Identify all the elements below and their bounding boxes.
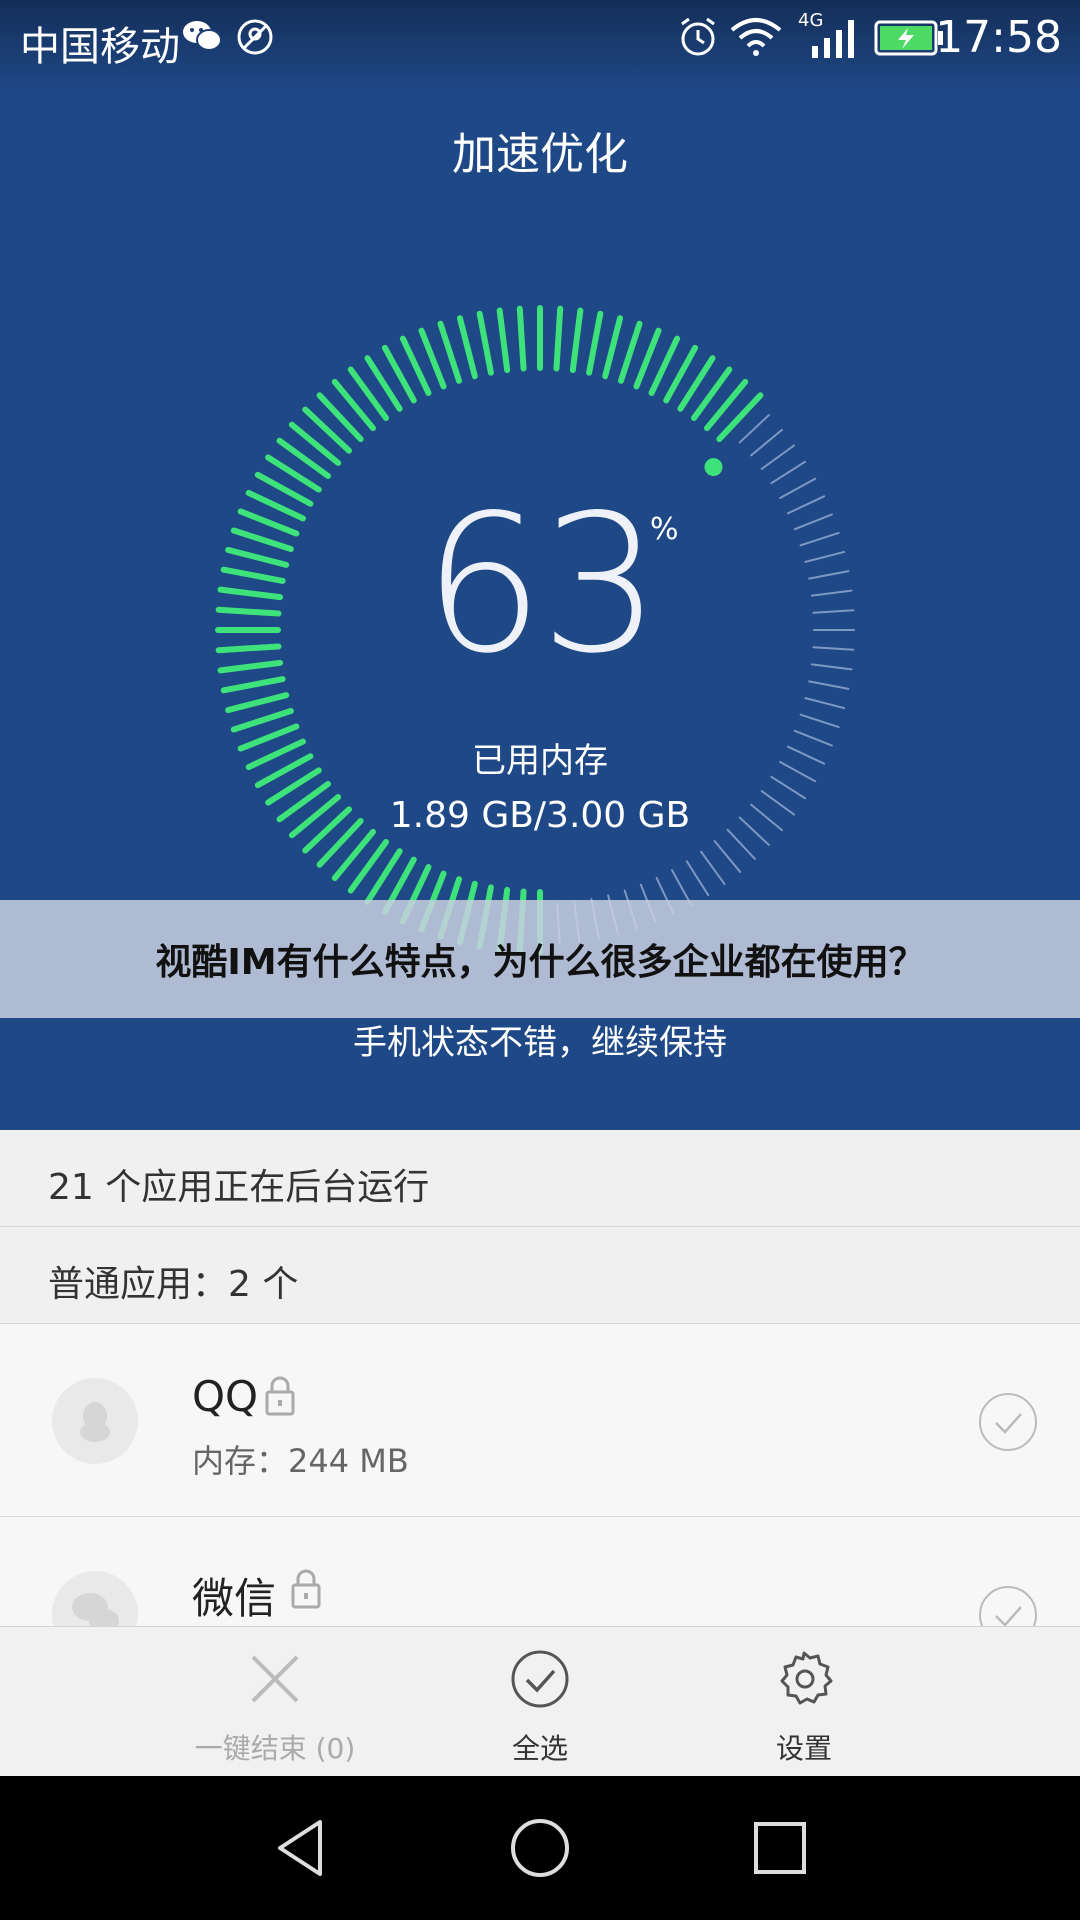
- gauge-tick-used: [456, 315, 478, 380]
- battery-icon: [874, 20, 943, 56]
- select-checkbox[interactable]: [978, 1392, 1038, 1452]
- bottom-toolbar: 一键结束 (0) 全选 设置: [0, 1626, 1080, 1776]
- location-icon: [237, 19, 273, 55]
- gauge-tick-used: [225, 692, 290, 714]
- wifi-icon: [730, 18, 782, 56]
- normal-apps-header: 普通应用：2 个: [0, 1227, 1080, 1324]
- qq-icon: [52, 1378, 138, 1464]
- carrier-label: 中国移动: [20, 24, 180, 70]
- system-nav-bar: [0, 1776, 1080, 1920]
- running-apps-label: 21 个应用正在后台运行: [48, 1167, 430, 1208]
- gauge-tick-used: [230, 707, 294, 733]
- gauge-tick-used: [553, 305, 564, 372]
- gauge-tick-used: [496, 307, 511, 374]
- page-title: 加速优化: [452, 129, 628, 180]
- gauge-tick-free: [685, 860, 710, 897]
- home-icon[interactable]: [508, 1816, 572, 1880]
- gauge-tick-used: [617, 320, 643, 384]
- gauge-tick-used: [220, 676, 286, 694]
- wechat-icon: [183, 21, 222, 51]
- gauge-tick-free: [770, 460, 807, 485]
- gauge-tick-used: [569, 307, 584, 374]
- gauge-marker-dot: [704, 458, 723, 477]
- gauge-tick-free: [738, 414, 770, 444]
- banner-text: 视酷IM有什么特点，为什么很多企业都在使用？: [155, 942, 925, 983]
- app-row-qq[interactable]: QQ 内存：244 MB: [0, 1324, 1080, 1517]
- alarm-icon: [681, 17, 715, 56]
- app-name: 微信: [192, 1574, 277, 1623]
- memory-percent: 63: [423, 474, 661, 695]
- gauge-tick-free: [713, 840, 742, 873]
- memory-value: 1.89 GB/3.00 GB: [389, 795, 691, 836]
- gear-icon: [780, 1651, 833, 1705]
- status-bar: 中国移动 4G 17:58: [0, 0, 1080, 80]
- gauge-tick-used: [633, 327, 662, 390]
- select-all-label: 全选: [511, 1732, 568, 1765]
- select-all-button[interactable]: 全选: [410, 1627, 670, 1777]
- gauge-tick-used: [602, 315, 624, 380]
- app-memory: 内存：244 MB: [192, 1442, 409, 1480]
- lock-icon[interactable]: [264, 1376, 296, 1416]
- gauge-tick-free: [808, 680, 850, 690]
- back-icon[interactable]: [270, 1816, 330, 1880]
- gauge-tick-free: [804, 697, 846, 710]
- gauge-tick-free: [750, 428, 783, 457]
- percent-unit: %: [650, 512, 679, 547]
- check-circle-icon: [511, 1650, 569, 1708]
- gauge-tick-used: [437, 320, 463, 384]
- memory-label: 已用内存: [472, 741, 608, 781]
- signal-icon: [812, 20, 854, 58]
- lock-icon[interactable]: [290, 1569, 322, 1609]
- gauge-tick-free: [760, 444, 796, 470]
- gauge-tick-used: [476, 310, 494, 376]
- settings-button[interactable]: 设置: [674, 1627, 934, 1777]
- end-all-label: 一键结束 (0): [194, 1732, 356, 1765]
- app-name: QQ: [192, 1372, 259, 1421]
- gauge-tick-used: [418, 327, 447, 390]
- gauge-tick-free: [799, 713, 840, 729]
- gauge-tick-free: [700, 850, 726, 886]
- gauge-tick-used: [516, 305, 527, 372]
- normal-apps-label: 普通应用：2 个: [48, 1264, 299, 1305]
- settings-label: 设置: [775, 1732, 832, 1765]
- running-apps-header: 21 个应用正在后台运行: [0, 1130, 1080, 1227]
- end-all-button[interactable]: 一键结束 (0): [145, 1627, 405, 1777]
- article-banner[interactable]: 视酷IM有什么特点，为什么很多企业都在使用？: [0, 900, 1080, 1018]
- close-icon: [251, 1655, 299, 1703]
- clock: 17:58: [935, 12, 1062, 63]
- status-message: 手机状态不错，继续保持: [353, 1023, 727, 1063]
- gauge-tick-used: [586, 310, 604, 376]
- recents-icon[interactable]: [752, 1816, 808, 1880]
